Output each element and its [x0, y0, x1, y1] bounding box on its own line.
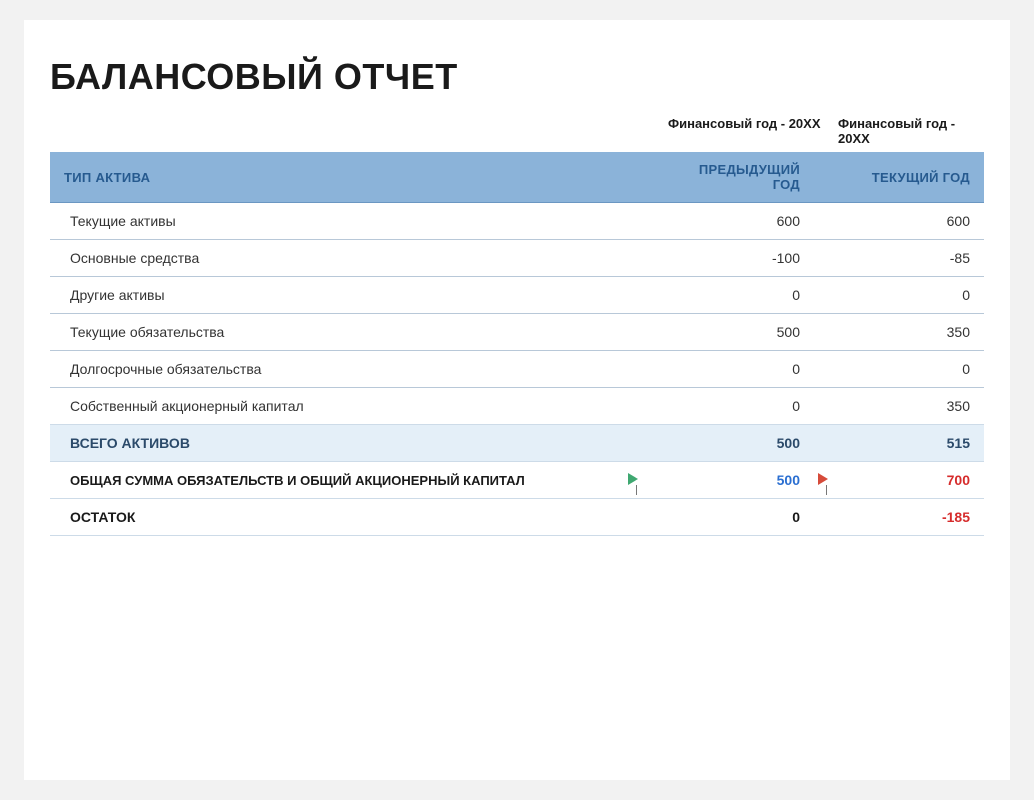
- flag-icon: [818, 473, 828, 485]
- summary-prev: 0: [664, 499, 814, 536]
- header-curr-year: ТЕКУЩИЙ ГОД: [854, 152, 984, 203]
- summary-curr: 700: [854, 462, 984, 499]
- table-row: Текущие активы 600 600: [50, 203, 984, 240]
- header-spacer: [624, 152, 664, 203]
- table-body: Текущие активы 600 600 Основные средства…: [50, 203, 984, 425]
- row-label: Текущие активы: [50, 203, 624, 240]
- table-row: Другие активы 0 0: [50, 277, 984, 314]
- summary-curr: 515: [854, 425, 984, 462]
- summary-total-assets: ВСЕГО АКТИВОВ 500 515: [50, 425, 984, 462]
- year-labels: Финансовый год - 20XX Финансовый год - 2…: [50, 116, 984, 152]
- table-row: Основные средства -100 -85: [50, 240, 984, 277]
- summary-curr: -185: [854, 499, 984, 536]
- row-prev: 600: [664, 203, 814, 240]
- table-row: Долгосрочные обязательства 0 0: [50, 351, 984, 388]
- row-prev: 0: [664, 351, 814, 388]
- row-label: Текущие обязательства: [50, 314, 624, 351]
- row-curr: 600: [854, 203, 984, 240]
- row-label: Другие активы: [50, 277, 624, 314]
- table-header-row: ТИП АКТИВА ПРЕДЫДУЩИЙ ГОД ТЕКУЩИЙ ГОД: [50, 152, 984, 203]
- row-curr: 0: [854, 277, 984, 314]
- summary-label: ОСТАТОК: [50, 499, 624, 536]
- summary-label: ОБЩАЯ СУММА ОБЯЗАТЕЛЬСТВ И ОБЩИЙ АКЦИОНЕ…: [50, 462, 624, 499]
- row-prev: -100: [664, 240, 814, 277]
- year-label-prev: Финансовый год - 20XX: [648, 116, 828, 146]
- summary-total-liabilities: ОБЩАЯ СУММА ОБЯЗАТЕЛЬСТВ И ОБЩИЙ АКЦИОНЕ…: [50, 462, 984, 499]
- summary-prev: 500: [664, 462, 814, 499]
- row-curr: 350: [854, 314, 984, 351]
- balance-table: ТИП АКТИВА ПРЕДЫДУЩИЙ ГОД ТЕКУЩИЙ ГОД Те…: [50, 152, 984, 536]
- row-curr: 0: [854, 351, 984, 388]
- summary-label: ВСЕГО АКТИВОВ: [50, 425, 624, 462]
- row-prev: 0: [664, 277, 814, 314]
- summary-prev: 500: [664, 425, 814, 462]
- table-row: Текущие обязательства 500 350: [50, 314, 984, 351]
- summary-balance: ОСТАТОК 0 -185: [50, 499, 984, 536]
- year-label-curr: Финансовый год - 20XX: [828, 116, 978, 146]
- row-label: Основные средства: [50, 240, 624, 277]
- row-label: Долгосрочные обязательства: [50, 351, 624, 388]
- flag-icon: [628, 473, 638, 485]
- row-label: Собственный акционерный капитал: [50, 388, 624, 425]
- header-asset-type: ТИП АКТИВА: [50, 152, 624, 203]
- summary-body: ВСЕГО АКТИВОВ 500 515 ОБЩАЯ СУММА ОБЯЗАТ…: [50, 425, 984, 536]
- header-spacer: [814, 152, 854, 203]
- header-prev-year: ПРЕДЫДУЩИЙ ГОД: [664, 152, 814, 203]
- balance-sheet: БАЛАНСОВЫЙ ОТЧЕТ Финансовый год - 20XX Ф…: [24, 20, 1010, 780]
- table-row: Собственный акционерный капитал 0 350: [50, 388, 984, 425]
- page-title: БАЛАНСОВЫЙ ОТЧЕТ: [50, 56, 984, 98]
- row-curr: 350: [854, 388, 984, 425]
- row-prev: 0: [664, 388, 814, 425]
- row-curr: -85: [854, 240, 984, 277]
- row-prev: 500: [664, 314, 814, 351]
